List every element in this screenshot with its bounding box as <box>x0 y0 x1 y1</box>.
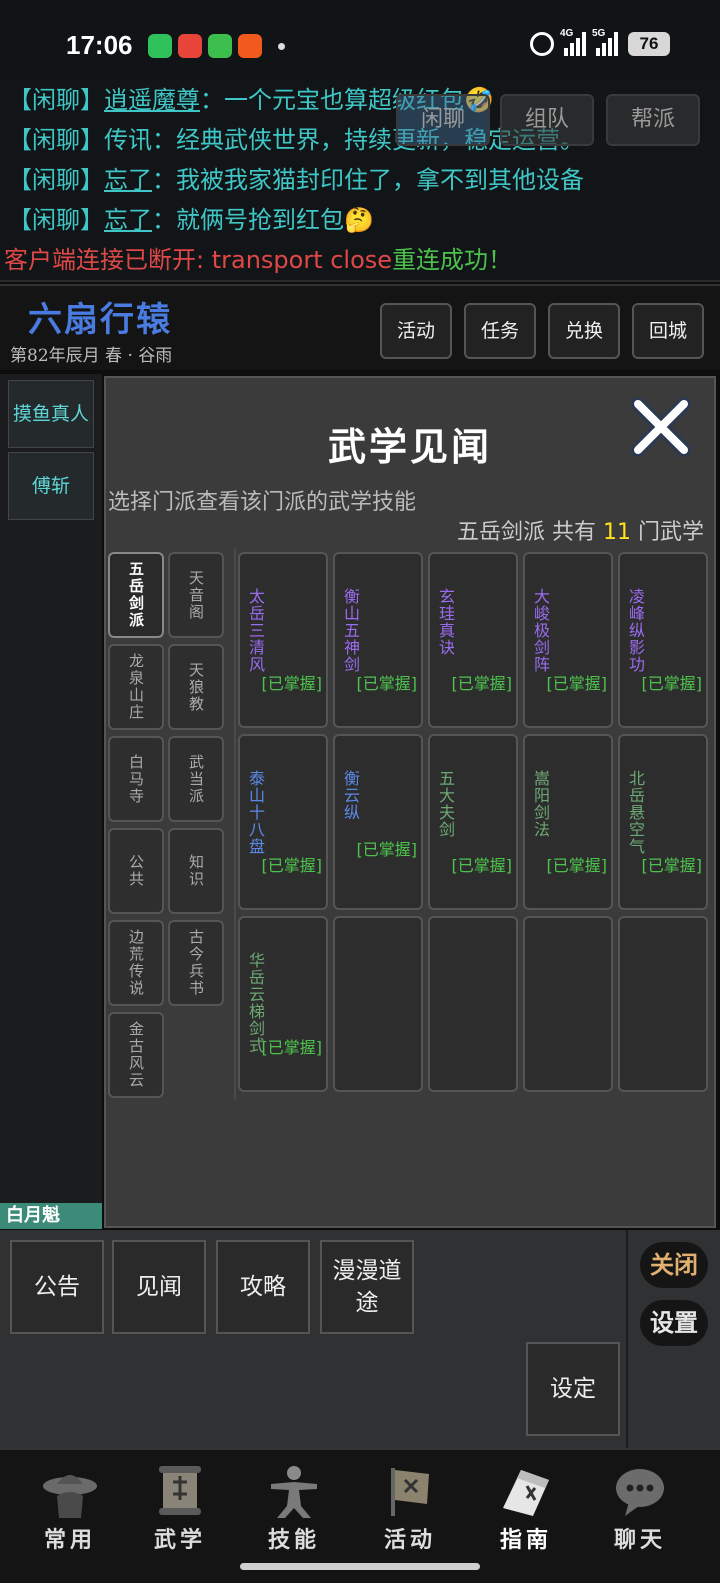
notification-icons <box>148 34 285 58</box>
sect-tab[interactable]: 武当派 <box>168 736 224 822</box>
nav-martial[interactable]: 武学 <box>130 1464 230 1564</box>
empty-skill-slot <box>618 916 708 1092</box>
nav-common[interactable]: 常用 <box>20 1464 120 1564</box>
sect-tab[interactable]: 边荒传说 <box>108 920 164 1006</box>
npc-button[interactable]: 傅斩 <box>8 452 94 520</box>
status-bar: 17:06 4G 5G 76 <box>0 0 720 80</box>
skill-count: 五岳剑派 共有 11 门武学 <box>457 520 704 545</box>
skill-card[interactable]: 华岳云梯剑式 [已掌握] <box>238 916 328 1092</box>
skill-card[interactable]: 北岳悬空气 [已掌握] <box>618 734 708 910</box>
close-menu-button[interactable]: 关闭 <box>640 1242 708 1288</box>
skill-card[interactable]: 衡山五神剑 [已掌握] <box>333 552 423 728</box>
signal-4g-icon: 4G <box>560 28 586 56</box>
more-dot-icon <box>278 42 285 50</box>
home-indicator[interactable] <box>240 1563 480 1570</box>
chat-tab-chat[interactable]: 闲聊 <box>396 94 490 146</box>
wechat-icon <box>148 34 172 58</box>
skill-card[interactable]: 太岳三清风 [已掌握] <box>238 552 328 728</box>
sect-tab[interactable]: 龙泉山庄 <box>108 644 164 730</box>
empty-skill-slot <box>428 916 518 1092</box>
sect-tab[interactable]: 五岳剑派 <box>108 552 164 638</box>
chat-line: 【闲聊】传讯：经典武侠世界，持续更新，稳定运营。 <box>8 126 584 154</box>
panel-title: 武学见闻 <box>327 424 492 469</box>
return-city-button[interactable]: 回城 <box>632 303 704 359</box>
skill-card[interactable]: 玄珪真诀 [已掌握] <box>428 552 518 728</box>
taobao-icon <box>238 34 262 58</box>
nav-guide[interactable]: 指南 <box>476 1464 576 1564</box>
nav-activity[interactable]: 活动 <box>360 1464 460 1564</box>
announcement-button[interactable]: 公告 <box>10 1240 104 1334</box>
npc-button[interactable]: 摸鱼真人 <box>8 380 94 448</box>
hat-icon <box>43 1475 97 1518</box>
clock: 17:06 <box>66 30 133 60</box>
location-header: 六扇行辕 第82年辰月 春 · 谷雨 活动 任务 兑换 回城 <box>0 284 720 370</box>
close-icon[interactable] <box>630 396 692 458</box>
alarm-icon <box>530 32 554 56</box>
sect-tab[interactable]: 公共 <box>108 828 164 914</box>
martial-figure-icon <box>271 1466 317 1518</box>
martial-arts-panel: 武学见闻 选择门派查看该门派的武学技能 五岳剑派 共有 11 门武学 五岳剑派 … <box>104 376 716 1228</box>
config-button[interactable]: 设定 <box>526 1342 620 1436</box>
insight-button[interactable]: 见闻 <box>112 1240 206 1334</box>
empty-skill-slot <box>333 916 423 1092</box>
battery-level: 76 <box>628 32 670 56</box>
system-icons: 4G 5G 76 <box>530 28 670 56</box>
chat-user-link[interactable]: 忘了 <box>104 166 152 194</box>
chat-tab-team[interactable]: 组队 <box>500 94 594 146</box>
divider <box>626 1230 628 1448</box>
quest-button[interactable]: 任务 <box>464 303 536 359</box>
sect-tab[interactable]: 知识 <box>168 828 224 914</box>
nav-chat[interactable]: 聊天 <box>590 1464 690 1564</box>
signal-5g-icon: 5G <box>592 28 618 56</box>
empty-skill-slot <box>523 916 613 1092</box>
exchange-button[interactable]: 兑换 <box>548 303 620 359</box>
scroll-icon <box>159 1466 201 1515</box>
skill-card[interactable]: 大峻极剑阵 [已掌握] <box>523 552 613 728</box>
nav-skills[interactable]: 技能 <box>244 1464 344 1564</box>
sect-tab[interactable]: 古今兵书 <box>168 920 224 1006</box>
skill-card[interactable]: 凌峰纵影功 [已掌握] <box>618 552 708 728</box>
skill-card[interactable]: 泰山十八盘 [已掌握] <box>238 734 328 910</box>
sect-tab[interactable]: 金古风云 <box>108 1012 164 1098</box>
book-icon <box>503 1470 549 1516</box>
guide-button[interactable]: 攻略 <box>216 1240 310 1334</box>
npc-sidebar: 摸鱼真人 傅斩 <box>0 374 102 1214</box>
location-name: 六扇行辕 <box>28 300 172 340</box>
banner-icon <box>391 1468 429 1516</box>
divider <box>234 548 236 1100</box>
panel-hint: 选择门派查看该门派的武学技能 <box>108 490 417 515</box>
skill-card[interactable]: 衡云纵 [已掌握] <box>333 734 423 910</box>
sect-tab[interactable]: 白马寺 <box>108 736 164 822</box>
activity-button[interactable]: 活动 <box>380 303 452 359</box>
chat-panel[interactable]: 【闲聊】逍遥魔尊：一个元宝也算超级红包🤣 【闲聊】传讯：经典武侠世界，持续更新，… <box>0 80 720 282</box>
bottom-menu: 公告 见闻 攻略 漫漫道途 设定 关闭 设置 <box>0 1230 720 1448</box>
sect-tab[interactable]: 天音阁 <box>168 552 224 638</box>
connection-status: 客户端连接已断开: transport close重连成功！ <box>4 246 513 274</box>
message-icon <box>208 34 232 58</box>
chat-tab-guild[interactable]: 帮派 <box>606 94 700 146</box>
long-road-button[interactable]: 漫漫道途 <box>320 1240 414 1334</box>
chat-line: 【闲聊】忘了：就俩号抢到红包🤔 <box>8 206 374 234</box>
player-name: 白月魁 <box>0 1203 102 1229</box>
chat-line: 【闲聊】忘了：我被我家猫封印住了，拿不到其他设备 <box>8 166 584 194</box>
skill-card[interactable]: 嵩阳剑法 [已掌握] <box>523 734 613 910</box>
game-date: 第82年辰月 春 · 谷雨 <box>10 346 173 366</box>
settings-button[interactable]: 设置 <box>640 1300 708 1346</box>
chat-bubble-icon <box>616 1469 664 1516</box>
clown-app-icon <box>178 34 202 58</box>
chat-user-link[interactable]: 逍遥魔尊 <box>104 86 200 114</box>
sect-tab[interactable]: 天狼教 <box>168 644 224 730</box>
skill-card[interactable]: 五大夫剑 [已掌握] <box>428 734 518 910</box>
chat-user-link[interactable]: 忘了 <box>104 206 152 234</box>
